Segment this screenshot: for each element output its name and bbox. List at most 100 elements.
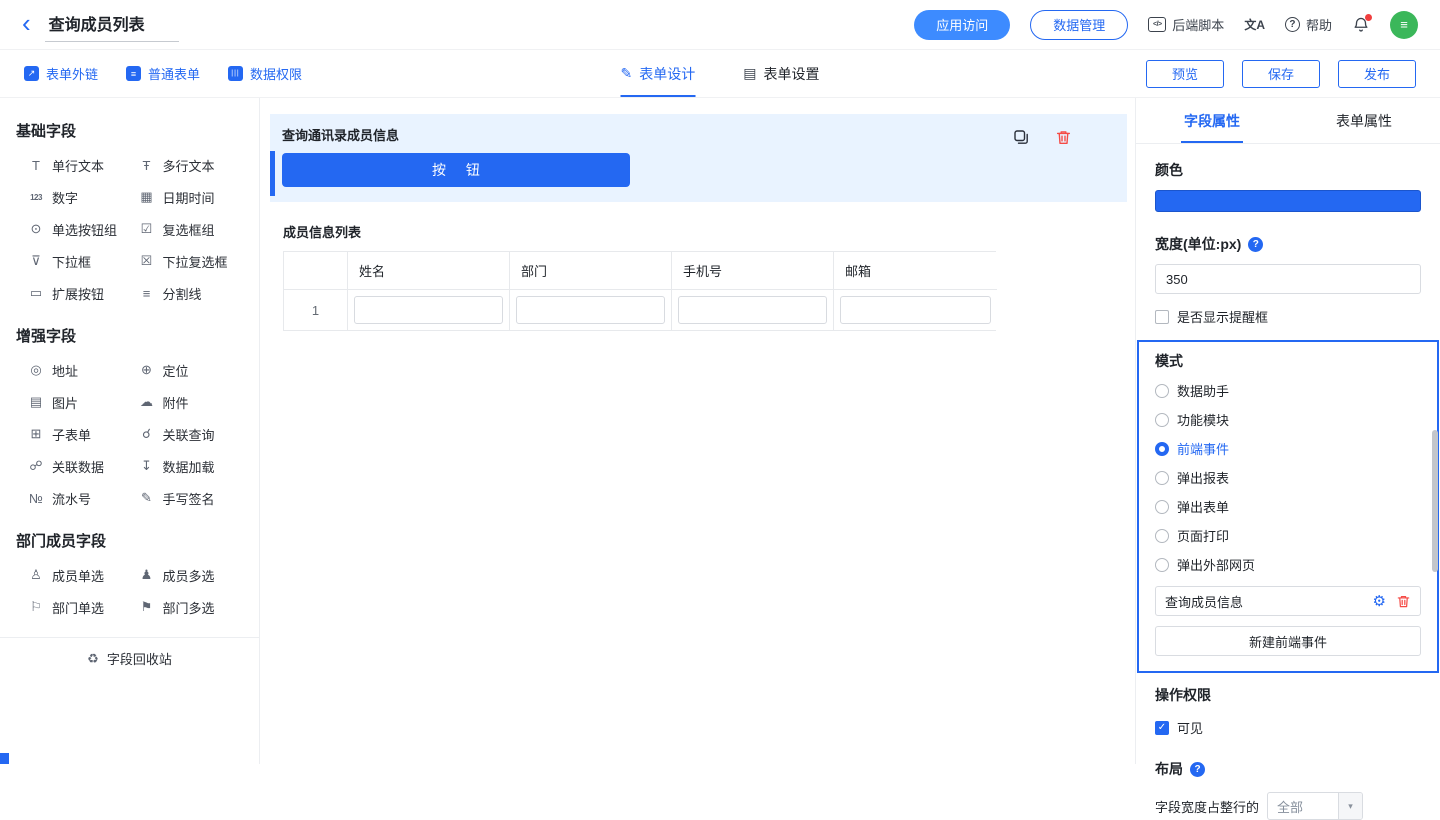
panel-scrollbar[interactable] [1432, 430, 1438, 572]
field-item-signature[interactable]: ✎手写签名 [139, 482, 250, 514]
mode-option-function-module[interactable]: 功能模块 [1155, 410, 1421, 429]
radio-icon[interactable] [1155, 413, 1169, 427]
help-button[interactable]: ? 帮助 [1285, 15, 1332, 34]
data-permission-button[interactable]: ||| 数据权限 [228, 64, 302, 83]
field-item-single-line-text[interactable]: T单行文本 [28, 149, 139, 181]
radio-icon[interactable] [1155, 471, 1169, 485]
field-item-image[interactable]: ▤图片 [28, 386, 139, 418]
field-recycle-bin[interactable]: ♻ 字段回收站 [0, 637, 259, 679]
field-item-extend-button[interactable]: ▭扩展按钮 [28, 277, 139, 309]
mode-option-popup-external-page[interactable]: 弹出外部网页 [1155, 555, 1421, 574]
color-swatch[interactable] [1155, 190, 1421, 212]
field-item-linked-query[interactable]: ☌关联查询 [139, 418, 250, 450]
subform-table: 姓名 部门 手机号 邮箱 1 [283, 251, 996, 331]
event-settings-icon[interactable]: ⚙ [1373, 594, 1386, 609]
mode-option-data-assistant[interactable]: 数据助手 [1155, 381, 1421, 400]
width-label-row: 宽度(单位:px) ? [1155, 234, 1421, 254]
field-width-select[interactable]: 全部 [1267, 792, 1363, 820]
field-item-checkbox-group[interactable]: ☑复选框组 [139, 213, 250, 245]
tab-field-properties[interactable]: 字段属性 [1136, 98, 1288, 143]
field-item-radio-group[interactable]: ⊙ 单选按钮组 [28, 213, 139, 245]
event-delete-button[interactable] [1396, 594, 1411, 609]
field-item-label: 单选按钮组 [52, 220, 117, 239]
backend-script-button[interactable]: </> 后端脚本 [1148, 15, 1224, 34]
linked-query-icon: ☌ [139, 426, 155, 442]
field-item-select[interactable]: ⊽下拉框 [28, 245, 139, 277]
app-access-button[interactable]: 应用访问 [914, 10, 1010, 40]
field-item-number[interactable]: 123数字 [28, 181, 139, 213]
backend-script-label: 后端脚本 [1172, 15, 1224, 34]
query-action-button[interactable]: 按 钮 [282, 153, 630, 187]
show-alert-checkbox[interactable] [1155, 310, 1169, 324]
mode-option-frontend-event[interactable]: 前端事件 [1155, 439, 1421, 458]
tab-form-properties[interactable]: 表单属性 [1288, 98, 1440, 143]
field-item-serial-number[interactable]: №流水号 [28, 482, 139, 514]
frontend-event-item[interactable]: 查询成员信息 ⚙ [1155, 586, 1421, 616]
radio-icon-selected[interactable] [1155, 442, 1169, 456]
subform-title: 成员信息列表 [283, 222, 1127, 241]
field-item-data-load[interactable]: ↧数据加载 [139, 450, 250, 482]
visible-checkbox-checked[interactable] [1155, 721, 1169, 735]
field-item-multi-line-text[interactable]: Ŧ多行文本 [139, 149, 250, 181]
subform-cell-input-department[interactable] [516, 296, 665, 324]
form-link-button[interactable]: ↗ 表单外链 [24, 64, 98, 83]
field-item-dept-single[interactable]: ⚐部门单选 [28, 591, 139, 623]
mode-option-page-print[interactable]: 页面打印 [1155, 526, 1421, 545]
radio-group-icon: ⊙ [28, 221, 44, 237]
field-item-label: 下拉复选框 [163, 252, 228, 271]
subform-widget[interactable]: 成员信息列表 姓名 部门 手机号 邮箱 1 [283, 222, 1127, 331]
tab-form-design[interactable]: ✎ 表单设计 [621, 50, 696, 97]
show-alert-checkbox-row[interactable]: 是否显示提醒框 [1155, 307, 1421, 326]
avatar[interactable]: ≡ [1390, 11, 1418, 39]
copy-widget-button[interactable] [1011, 127, 1031, 147]
notifications-button[interactable] [1352, 16, 1370, 34]
field-item-datetime[interactable]: ▦日期时间 [139, 181, 250, 213]
form-title[interactable]: 查询成员列表 [45, 8, 179, 42]
field-item-attachment[interactable]: ☁附件 [139, 386, 250, 418]
mode-option-popup-report[interactable]: 弹出报表 [1155, 468, 1421, 487]
new-frontend-event-button[interactable]: 新建前端事件 [1155, 626, 1421, 656]
dept-multi-icon: ⚑ [139, 599, 155, 615]
back-button[interactable]: ‹ [22, 10, 37, 40]
language-button[interactable]: 文A [1244, 16, 1265, 33]
column-header-index [284, 252, 348, 290]
subform-cell-input-name[interactable] [354, 296, 503, 324]
mode-option-popup-form[interactable]: 弹出表单 [1155, 497, 1421, 516]
selected-query-widget[interactable]: 查询通讯录成员信息 按 钮 [270, 114, 1127, 202]
width-help-icon[interactable]: ? [1248, 237, 1263, 252]
width-input[interactable] [1155, 264, 1421, 294]
field-item-divider[interactable]: ≡分割线 [139, 277, 250, 309]
tab-form-settings[interactable]: ▤ 表单设置 [743, 50, 819, 97]
field-item-member-single[interactable]: ♙成员单选 [28, 559, 139, 591]
data-permission-icon: ||| [228, 66, 243, 81]
radio-icon[interactable] [1155, 529, 1169, 543]
data-manage-button[interactable]: 数据管理 [1030, 10, 1128, 40]
radio-icon[interactable] [1155, 558, 1169, 572]
field-item-subform[interactable]: ⊞子表单 [28, 418, 139, 450]
field-item-location[interactable]: ⊕定位 [139, 354, 250, 386]
subform-cell-input-phone[interactable] [678, 296, 827, 324]
preview-button[interactable]: 预览 [1146, 60, 1224, 88]
field-item-address[interactable]: ◎地址 [28, 354, 139, 386]
radio-icon[interactable] [1155, 500, 1169, 514]
designer-tabs: ✎ 表单设计 ▤ 表单设置 [621, 50, 820, 97]
help-label: 帮助 [1306, 15, 1332, 34]
column-header-phone: 手机号 [672, 252, 834, 290]
select-field-icon: ⊽ [28, 253, 44, 269]
field-item-multi-select[interactable]: ☒下拉复选框 [139, 245, 250, 277]
extend-button-icon: ▭ [28, 285, 44, 301]
properties-panel: 字段属性 表单属性 颜色 宽度(单位:px) ? 是否显示提醒框 模式 数据助手… [1135, 98, 1440, 764]
field-item-label: 子表单 [52, 425, 91, 444]
normal-form-button[interactable]: ≡ 普通表单 [126, 64, 200, 83]
visible-checkbox-row[interactable]: 可见 [1155, 718, 1421, 737]
subform-cell-input-email[interactable] [840, 296, 991, 324]
save-button[interactable]: 保存 [1242, 60, 1320, 88]
chevron-down-icon[interactable] [1338, 793, 1362, 819]
field-item-label: 图片 [52, 393, 78, 412]
field-item-linked-data[interactable]: ☍关联数据 [28, 450, 139, 482]
field-item-dept-multi[interactable]: ⚑部门多选 [139, 591, 250, 623]
delete-widget-button[interactable] [1053, 127, 1073, 147]
publish-button[interactable]: 发布 [1338, 60, 1416, 88]
radio-icon[interactable] [1155, 384, 1169, 398]
field-item-member-multi[interactable]: ♟成员多选 [139, 559, 250, 591]
